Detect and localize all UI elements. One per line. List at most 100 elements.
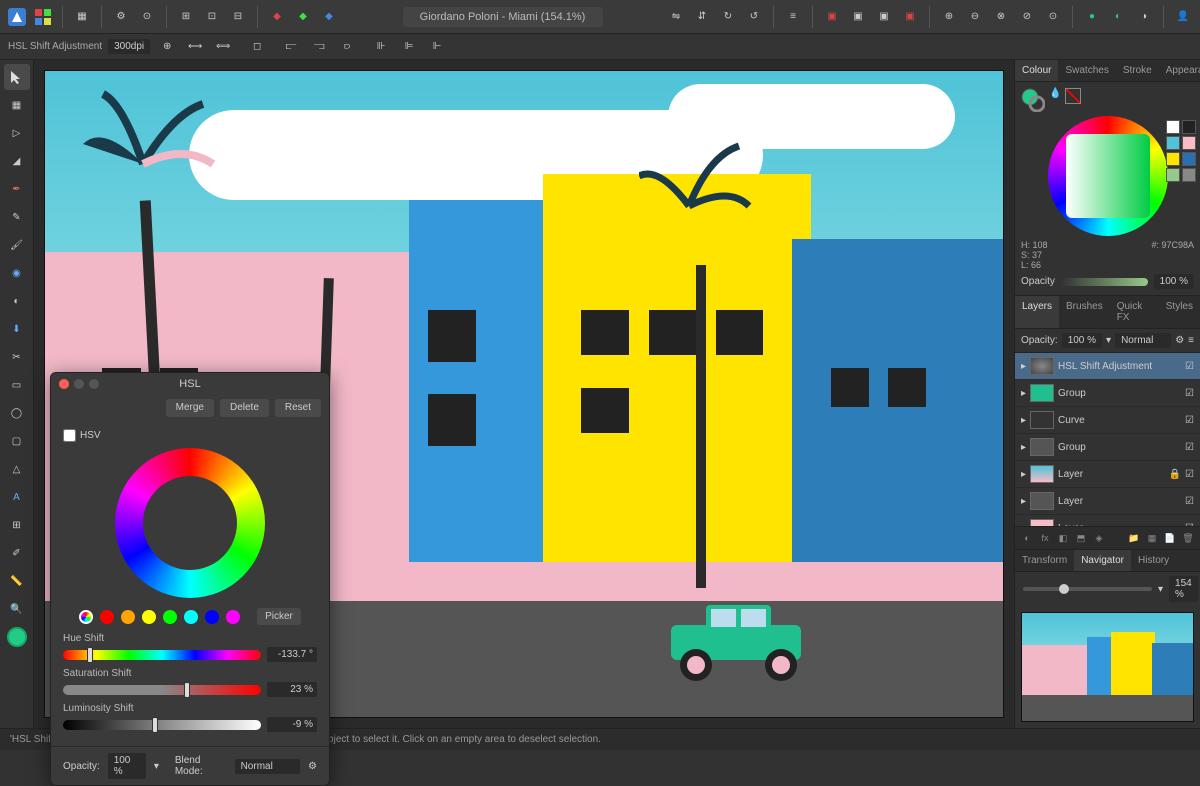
- colour-wheel[interactable]: [1048, 116, 1168, 236]
- tab-quickfx[interactable]: Quick FX: [1110, 296, 1159, 328]
- tab-brushes[interactable]: Brushes: [1059, 296, 1110, 328]
- flip-v-icon[interactable]: ⇵: [691, 6, 713, 28]
- pencil-tool-icon[interactable]: ✎: [4, 204, 30, 230]
- chevron-down-icon[interactable]: ▾: [154, 761, 159, 772]
- tab-styles[interactable]: Styles: [1159, 296, 1200, 328]
- doc-setup-icon[interactable]: ⊙: [136, 6, 158, 28]
- tab-stroke[interactable]: Stroke: [1116, 60, 1159, 81]
- visibility-check-icon[interactable]: ☑: [1185, 469, 1194, 480]
- eyedropper-icon[interactable]: ✐: [4, 540, 30, 566]
- dpi-field[interactable]: 300dpi: [108, 39, 150, 54]
- fill-stroke-well-icon[interactable]: [1021, 88, 1045, 112]
- insert-target-icon[interactable]: ●: [1081, 6, 1103, 28]
- delete-layer-icon[interactable]: 🗑: [1180, 530, 1196, 546]
- layer-row[interactable]: ▸Layer🔒☑: [1015, 461, 1200, 488]
- shape-custom-icon[interactable]: △: [4, 456, 30, 482]
- picker-button[interactable]: Picker: [257, 608, 301, 625]
- add-adjustment-icon[interactable]: ◐: [1019, 530, 1035, 546]
- transparency-tool-icon[interactable]: ◐: [4, 288, 30, 314]
- visibility-check-icon[interactable]: ☑: [1185, 415, 1194, 426]
- sat-shift-slider[interactable]: [63, 685, 261, 695]
- hue-blue-dot[interactable]: [205, 610, 219, 624]
- tab-layers[interactable]: Layers: [1015, 296, 1059, 328]
- lock-icon[interactable]: 🔒: [1169, 469, 1181, 480]
- bool-add-icon[interactable]: ⊕: [938, 6, 960, 28]
- sat-shift-value[interactable]: 23 %: [267, 682, 317, 697]
- hue-green-dot[interactable]: [163, 610, 177, 624]
- distribute-v-icon[interactable]: ⊫: [398, 36, 420, 58]
- ctx-snap2-icon[interactable]: ⟺: [212, 36, 234, 58]
- hue-shift-value[interactable]: -133.7 °: [267, 647, 317, 662]
- text-frame-icon[interactable]: ⊞: [4, 512, 30, 538]
- order-fwd-icon[interactable]: ▣: [847, 6, 869, 28]
- add-fx-icon[interactable]: fx: [1037, 530, 1053, 546]
- chevron-down-icon[interactable]: ▸: [1021, 361, 1026, 372]
- snap-icon[interactable]: ⊞: [175, 6, 197, 28]
- align-icon[interactable]: ≡: [782, 6, 804, 28]
- zoom-tool-icon[interactable]: 🔍: [4, 596, 30, 622]
- reset-button[interactable]: Reset: [275, 399, 321, 417]
- swatch[interactable]: [1182, 120, 1196, 134]
- bool-div-icon[interactable]: ⊙: [1042, 6, 1064, 28]
- rotate2-icon[interactable]: ↺: [743, 6, 765, 28]
- dialog-titlebar[interactable]: HSL: [51, 373, 329, 395]
- pen-tool-icon[interactable]: ✒: [4, 176, 30, 202]
- live-filter-icon[interactable]: ◈: [1091, 530, 1107, 546]
- hue-orange-dot[interactable]: [121, 610, 135, 624]
- tab-appearance[interactable]: Appearance: [1159, 60, 1200, 81]
- dlg-opacity-value[interactable]: 100 %: [108, 753, 146, 779]
- zoom-slider[interactable]: [1023, 587, 1152, 591]
- align-right-icon[interactable]: ⫐: [336, 36, 358, 58]
- visibility-check-icon[interactable]: ☑: [1185, 496, 1194, 507]
- minimize-icon[interactable]: [74, 379, 84, 389]
- chevron-down-icon[interactable]: ▾: [1106, 335, 1111, 346]
- prefs-icon[interactable]: ⚙: [110, 6, 132, 28]
- gear-icon[interactable]: ⚙: [1175, 335, 1184, 346]
- auto-mask-icon[interactable]: ⬒: [1073, 530, 1089, 546]
- node-tool-icon[interactable]: ▷: [4, 120, 30, 146]
- bool-xor-icon[interactable]: ⊘: [1016, 6, 1038, 28]
- tab-navigator[interactable]: Navigator: [1074, 550, 1131, 571]
- brush-tool-icon[interactable]: 🖌: [4, 232, 30, 258]
- insert-behind-icon[interactable]: ◑: [1133, 6, 1155, 28]
- snap2-icon[interactable]: ⊡: [201, 6, 223, 28]
- bool-int-icon[interactable]: ⊗: [990, 6, 1012, 28]
- ctx-transform-icon[interactable]: ◻: [246, 36, 268, 58]
- group-layers-icon[interactable]: 📁: [1126, 530, 1142, 546]
- hue-yellow-dot[interactable]: [142, 610, 156, 624]
- swatch-well-icon[interactable]: [4, 624, 30, 650]
- ruler-tool-icon[interactable]: 📏: [4, 568, 30, 594]
- order-back-icon[interactable]: ▣: [873, 6, 895, 28]
- layer-row[interactable]: ▸Layer☑: [1015, 515, 1200, 526]
- swatch[interactable]: [1166, 120, 1180, 134]
- blend-mode-select[interactable]: Normal: [1115, 333, 1171, 348]
- blend-mode-value[interactable]: Normal: [235, 759, 300, 774]
- order-front-icon[interactable]: ▣: [821, 6, 843, 28]
- marquee-tool-icon[interactable]: ▦: [4, 92, 30, 118]
- hue-shift-slider[interactable]: [63, 650, 261, 660]
- app-logo-icon[interactable]: [6, 6, 28, 28]
- tab-history[interactable]: History: [1131, 550, 1176, 571]
- swatch[interactable]: [1166, 168, 1180, 182]
- visibility-check-icon[interactable]: ☑: [1185, 361, 1194, 372]
- shape-rounded-icon[interactable]: ▢: [4, 428, 30, 454]
- swatch[interactable]: [1182, 168, 1196, 182]
- ctx-lock-icon[interactable]: ⊕: [156, 36, 178, 58]
- arrange3-icon[interactable]: ◆: [318, 6, 340, 28]
- text-tool-icon[interactable]: A: [4, 484, 30, 510]
- lum-shift-value[interactable]: -9 %: [267, 717, 317, 732]
- flip-h-icon[interactable]: ⇋: [665, 6, 687, 28]
- distribute-s-icon[interactable]: ⊩: [426, 36, 448, 58]
- place-tool-icon[interactable]: ⬇: [4, 316, 30, 342]
- corner-tool-icon[interactable]: ◢: [4, 148, 30, 174]
- hue-red-dot[interactable]: [100, 610, 114, 624]
- fill-tool-icon[interactable]: ◉: [4, 260, 30, 286]
- maximize-icon[interactable]: [89, 379, 99, 389]
- swatch[interactable]: [1182, 152, 1196, 166]
- tab-swatches[interactable]: Swatches: [1058, 60, 1115, 81]
- hsv-checkbox[interactable]: HSV: [63, 429, 317, 442]
- layer-row[interactable]: ▸Curve☑: [1015, 407, 1200, 434]
- add-pixel-icon[interactable]: ▦: [1144, 530, 1160, 546]
- order-last-icon[interactable]: ▣: [899, 6, 921, 28]
- tab-colour[interactable]: Colour: [1015, 60, 1058, 81]
